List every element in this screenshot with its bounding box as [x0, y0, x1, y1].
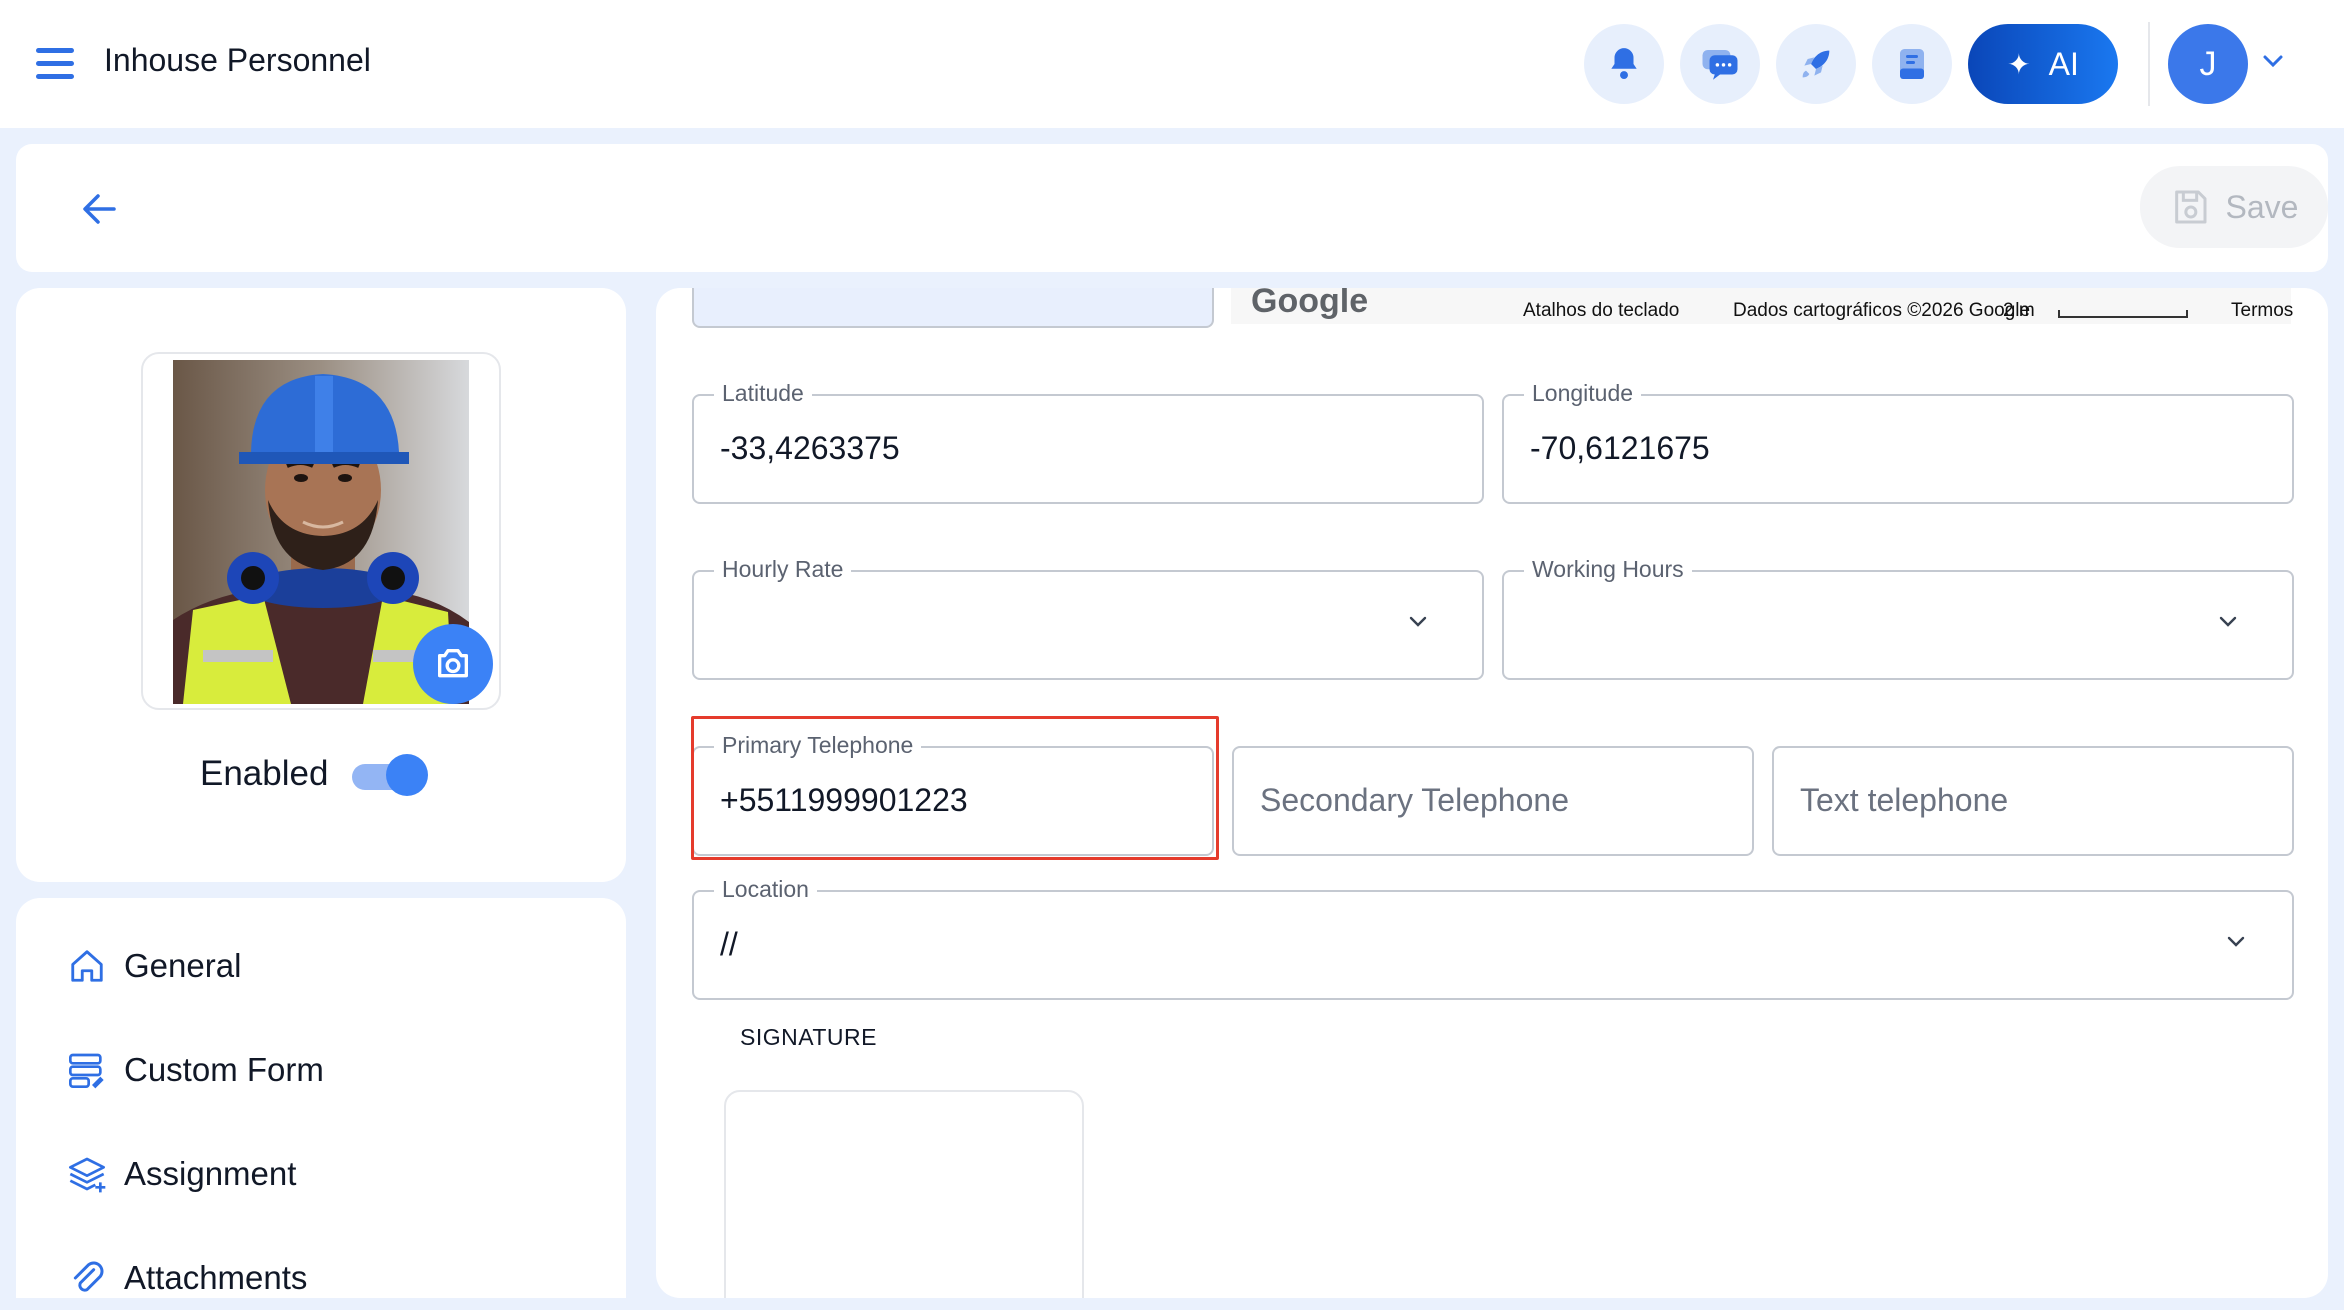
nav-item-label: General — [124, 947, 242, 984]
map-scale-label: 2 m — [2003, 300, 2035, 321]
bell-icon — [1611, 48, 1637, 80]
primary-telephone-label: Primary Telephone — [714, 732, 922, 759]
save-button-label: Save — [2225, 188, 2299, 225]
working-hours-label: Working Hours — [1524, 556, 1692, 583]
chat-button[interactable] — [1680, 24, 1760, 104]
location-label: Location — [714, 876, 817, 903]
hourly-rate-select[interactable]: Hourly Rate — [692, 556, 1484, 680]
enabled-label: Enabled — [200, 754, 329, 793]
nav-item-label: Custom Form — [124, 1051, 324, 1088]
hourly-rate-label: Hourly Rate — [714, 556, 852, 583]
nav-item-label: Attachments — [124, 1259, 308, 1296]
nav-item-custom-form[interactable]: Custom Form — [66, 1040, 324, 1100]
location-value: // — [720, 926, 738, 962]
nav-item-general[interactable]: General — [66, 936, 241, 996]
launch-button[interactable] — [1776, 24, 1856, 104]
longitude-label: Longitude — [1524, 380, 1642, 407]
map-keyboard-shortcuts-link[interactable]: Atalhos do teclado — [1523, 300, 1679, 322]
sparkle-icon: ✦ — [2007, 48, 2031, 80]
chevron-down-icon — [1409, 616, 1427, 627]
secondary-telephone-field[interactable]: Secondary Telephone — [1232, 746, 1754, 856]
text-telephone-placeholder: Text telephone — [1800, 782, 2009, 818]
latitude-field[interactable]: Latitude -33,4263375 — [692, 380, 1484, 504]
enabled-toggle[interactable] — [348, 754, 428, 796]
book-icon — [1900, 49, 1924, 79]
main-form-panel: Google Atalhos do teclado Dados cartográ… — [656, 288, 2328, 1298]
latitude-label: Latitude — [714, 380, 812, 407]
working-hours-select[interactable]: Working Hours — [1502, 556, 2294, 680]
profile-card: Enabled — [16, 288, 626, 882]
nav-item-label: Assignment — [124, 1155, 297, 1192]
menu-icon[interactable] — [36, 48, 74, 80]
nav-item-assignment[interactable]: Assignment — [66, 1144, 296, 1204]
notifications-button[interactable] — [1584, 24, 1664, 104]
save-button[interactable]: Save — [2140, 166, 2328, 248]
longitude-value: -70,6121675 — [1530, 430, 1710, 466]
top-bar: Inhouse Personnel ✦ AI J — [0, 0, 2344, 128]
map-footer: Google Atalhos do teclado Dados cartográ… — [1231, 288, 2293, 324]
address-field[interactable] — [692, 288, 1214, 328]
save-icon — [2174, 190, 2207, 224]
map-terms-link[interactable]: Termos — [2231, 300, 2293, 322]
chat-icon — [1702, 50, 1738, 80]
paperclip-icon — [66, 1257, 108, 1298]
change-photo-button[interactable] — [413, 624, 493, 704]
signature-pad[interactable] — [724, 1090, 1084, 1298]
form-icon — [66, 1049, 108, 1091]
ai-button[interactable]: ✦ AI — [1968, 24, 2118, 104]
text-telephone-field[interactable]: Text telephone — [1772, 746, 2294, 856]
chevron-down-icon — [2227, 936, 2245, 947]
docs-button[interactable] — [1872, 24, 1952, 104]
latitude-value: -33,4263375 — [720, 430, 900, 466]
action-bar: Save — [16, 144, 2328, 272]
secondary-telephone-placeholder: Secondary Telephone — [1260, 782, 1569, 818]
map-scale-bar — [2058, 310, 2188, 318]
location-select[interactable]: Location // — [692, 876, 2294, 1000]
layers-icon — [66, 1153, 108, 1195]
profile-photo-frame — [141, 352, 501, 710]
primary-telephone-field[interactable]: Primary Telephone +5511999901223 — [692, 732, 1214, 856]
google-logo: Google — [1251, 288, 1369, 320]
chevron-down-icon[interactable] — [2262, 54, 2284, 68]
back-arrow-icon[interactable] — [74, 184, 124, 234]
nav-item-attachments[interactable]: Attachments — [66, 1248, 307, 1298]
ai-button-label: AI — [2048, 45, 2079, 82]
rocket-icon — [1802, 50, 1830, 78]
signature-label: SIGNATURE — [740, 1024, 877, 1050]
divider — [2148, 22, 2150, 106]
page-title: Inhouse Personnel — [104, 42, 371, 78]
longitude-field[interactable]: Longitude -70,6121675 — [1502, 380, 2294, 504]
primary-telephone-value: +5511999901223 — [720, 782, 968, 818]
chevron-down-icon — [2219, 616, 2237, 627]
map-data-attribution: Dados cartográficos ©2026 Google — [1733, 300, 2031, 321]
home-icon — [66, 945, 108, 987]
section-nav: General Custom Form Assignment Attachmen… — [16, 898, 626, 1298]
avatar[interactable]: J — [2168, 24, 2248, 104]
camera-icon — [438, 649, 468, 678]
